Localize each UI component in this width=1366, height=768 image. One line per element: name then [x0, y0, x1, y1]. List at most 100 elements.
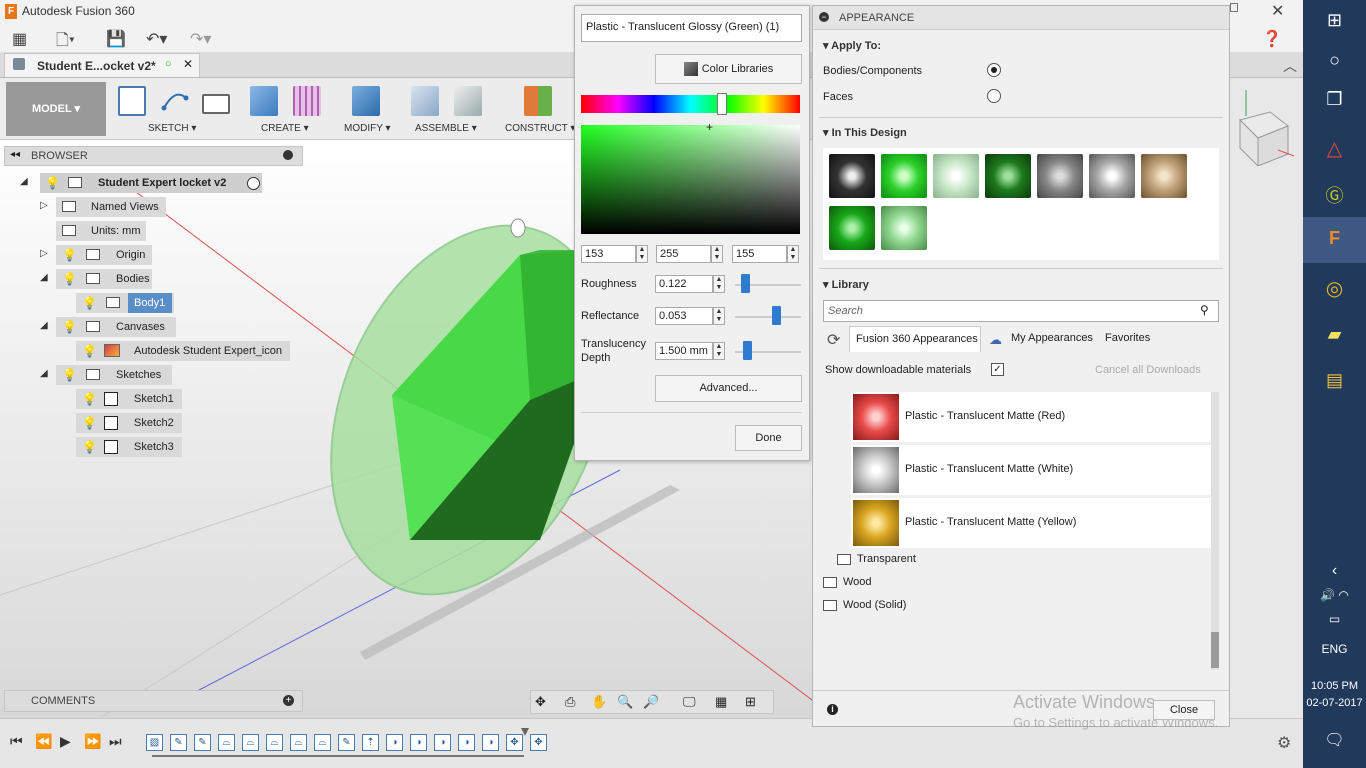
zoom-icon[interactable]: 🔍	[617, 694, 633, 710]
timeline-feature-icon[interactable]: ⌓	[266, 734, 283, 751]
close-tab-icon[interactable]: ✕	[183, 57, 193, 71]
reflectance-spinner[interactable]: ▲ ▼	[713, 307, 725, 325]
refresh-icon[interactable]: ⟳	[827, 330, 840, 350]
visibility-bulb-icon[interactable]: 💡	[62, 320, 77, 334]
workspace-switcher[interactable]: MODEL ▾	[6, 82, 106, 136]
visibility-bulb-icon[interactable]: 💡	[45, 176, 60, 190]
hue-slider-thumb[interactable]	[717, 93, 727, 115]
search-icon[interactable]: ⚲	[1200, 303, 1209, 317]
timeline-feature-icon[interactable]: ▧	[146, 734, 163, 751]
visibility-bulb-icon[interactable]: 💡	[82, 344, 97, 358]
timeline-feature-icon[interactable]: ✎	[194, 734, 211, 751]
swatch-gray-metal[interactable]	[1037, 154, 1083, 198]
visibility-bulb-icon[interactable]: 💡	[82, 416, 97, 430]
modify-menu[interactable]: MODIFY ▾	[344, 123, 391, 134]
swatch-dark-green[interactable]	[985, 154, 1031, 198]
reflectance-slider[interactable]	[735, 316, 801, 318]
swatch-green-glossy[interactable]	[881, 154, 927, 198]
document-tab[interactable]: Student E...ocket v2* ○ ✕	[4, 53, 200, 77]
folder-wood-solid[interactable]: Wood (Solid)	[843, 599, 906, 611]
expand-triangle-icon[interactable]: ▷	[40, 248, 48, 259]
clock-date[interactable]: 02-07-2017	[1303, 697, 1366, 709]
timeline-feature-icon[interactable]: ⇡	[362, 734, 379, 751]
save-icon[interactable]: 💾	[106, 29, 126, 49]
library-heading[interactable]: ▾ Library	[823, 278, 869, 291]
chrome-icon[interactable]: ◎	[1303, 276, 1366, 301]
color-picker-crosshair[interactable]: +	[706, 120, 713, 134]
battery-icon[interactable]: ▭	[1303, 612, 1366, 626]
tree-item-named-views[interactable]: Named Views	[91, 197, 159, 217]
roughness-slider-thumb[interactable]	[741, 274, 750, 293]
swatch-light-green[interactable]	[933, 154, 979, 198]
advanced-button[interactable]: Advanced...	[655, 375, 802, 402]
grid-settings-icon[interactable]: ▦	[715, 694, 727, 710]
translucency-spinner[interactable]: ▲ ▼	[713, 342, 725, 360]
tab-fusion-appearances[interactable]: Fusion 360 Appearances	[849, 326, 981, 352]
line-tool-icon[interactable]	[160, 86, 189, 116]
reflectance-input[interactable]: 0.053	[655, 307, 713, 325]
swatch-green-3[interactable]	[881, 206, 927, 250]
new-component-icon[interactable]	[411, 86, 439, 116]
assemble-menu[interactable]: ASSEMBLE ▾	[415, 123, 477, 134]
timeline-feature-icon[interactable]: ✎	[338, 734, 355, 751]
close-button[interactable]: Close	[1153, 700, 1215, 720]
collapse-toolbar-icon[interactable]: ︿	[1283, 56, 1297, 76]
translucency-slider-thumb[interactable]	[743, 341, 752, 360]
data-panel-grid-icon[interactable]: ▦	[12, 29, 27, 49]
timeline-play-icon[interactable]: ▶	[60, 733, 71, 750]
volume-icon[interactable]: 🔊 ◠	[1303, 588, 1366, 602]
tree-item-sketch1[interactable]: Sketch1	[134, 389, 174, 409]
color-libraries-button[interactable]: Color Libraries	[655, 54, 802, 84]
material-row[interactable]: Plastic - Translucent Matte (White)	[851, 445, 1211, 495]
timeline-feature-icon[interactable]: ⌓	[218, 734, 235, 751]
visibility-bulb-icon[interactable]: 💡	[62, 248, 77, 262]
scrollbar-thumb[interactable]	[1211, 632, 1219, 668]
done-button[interactable]: Done	[735, 425, 802, 451]
timeline-prev-icon[interactable]: ⏪	[35, 733, 52, 750]
expand-triangle-icon[interactable]: ◢	[40, 272, 48, 283]
timeline-next-icon[interactable]: ⏩	[84, 733, 101, 750]
task-view-icon[interactable]: ❐	[1303, 89, 1366, 110]
restore-icon[interactable]	[1230, 3, 1238, 12]
apply-to-heading[interactable]: ▾ Apply To:	[823, 39, 881, 52]
visibility-bulb-icon[interactable]: 💡	[62, 272, 77, 286]
translucency-input[interactable]: 1.500 mm	[655, 342, 713, 360]
tree-item-canvas-icon[interactable]: Autodesk Student Expert_icon	[134, 341, 282, 361]
swatch-green-2[interactable]	[829, 206, 875, 250]
timeline-feature-icon[interactable]: ◑	[410, 734, 427, 751]
redo-icon[interactable]: ↷▾	[190, 29, 211, 49]
expand-triangle-icon[interactable]: ◢	[20, 176, 28, 187]
tree-item-origin[interactable]: Origin	[116, 245, 145, 265]
cancel-downloads-link[interactable]: Cancel all Downloads	[1095, 364, 1201, 376]
tree-item-bodies[interactable]: Bodies	[116, 269, 150, 289]
zoom-window-icon[interactable]: 🔎	[643, 694, 659, 710]
appearance-header[interactable]: − APPEARANCE	[813, 6, 1229, 30]
autodesk-app-icon[interactable]: △	[1303, 136, 1366, 161]
tree-item-body1[interactable]: Body1	[128, 293, 172, 313]
language-indicator[interactable]: ENG	[1303, 642, 1366, 656]
visibility-bulb-icon[interactable]: 💡	[82, 296, 97, 310]
press-pull-icon[interactable]	[352, 86, 380, 116]
offset-plane-icon[interactable]	[524, 86, 552, 116]
help-icon[interactable]: ❓	[1262, 29, 1282, 49]
joint-icon[interactable]	[454, 86, 482, 116]
timeline-end-icon[interactable]: ⏭	[109, 733, 122, 750]
undo-icon[interactable]: ↶▾	[146, 29, 167, 49]
visibility-bulb-icon[interactable]: 💡	[82, 440, 97, 454]
construct-menu[interactable]: CONSTRUCT ▾	[505, 123, 575, 134]
rectangle-tool-icon[interactable]	[202, 94, 230, 114]
folder-transparent[interactable]: Transparent	[857, 553, 916, 565]
create-sketch-icon[interactable]	[118, 86, 146, 116]
swatch-silver[interactable]	[1089, 154, 1135, 198]
tab-my-appearances[interactable]: My Appearances	[1011, 332, 1093, 344]
library-scrollbar[interactable]	[1211, 392, 1219, 670]
hue-slider[interactable]	[581, 95, 800, 113]
sticky-notes-icon[interactable]: ▰	[1303, 324, 1366, 345]
timeline-feature-icon[interactable]: ✥	[530, 734, 547, 751]
form-tool-icon[interactable]	[293, 86, 321, 116]
timeline-feature-icon[interactable]: ⌓	[290, 734, 307, 751]
viewcube[interactable]	[1232, 90, 1296, 168]
expand-triangle-icon[interactable]: ◢	[40, 368, 48, 379]
fusion360-taskbar-icon[interactable]: F	[1303, 228, 1366, 249]
roughness-input[interactable]: 0.122	[655, 275, 713, 293]
